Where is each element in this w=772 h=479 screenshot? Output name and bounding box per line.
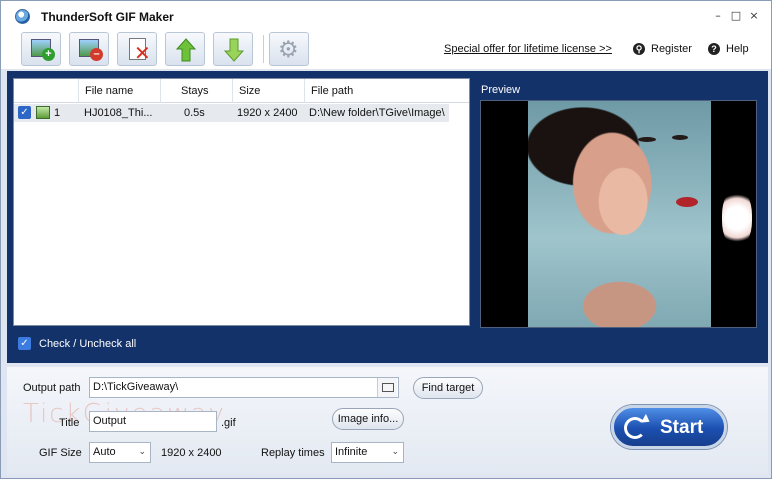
start-label: Start bbox=[660, 417, 704, 438]
toolbar-separator bbox=[263, 35, 264, 63]
preview-image-detail bbox=[638, 137, 656, 142]
preview-image-detail bbox=[676, 197, 698, 207]
gif-size-label: GIF Size bbox=[39, 447, 82, 459]
window-controls: – □ × bbox=[709, 7, 763, 25]
maximize-button[interactable]: □ bbox=[727, 7, 745, 25]
row-index: 1 bbox=[54, 107, 61, 119]
special-offer-link[interactable]: Special offer for lifetime license >> bbox=[444, 43, 612, 55]
chevron-down-icon: ⌄ bbox=[391, 447, 399, 457]
replay-times-label: Replay times bbox=[261, 447, 325, 459]
file-list[interactable]: File name Stays Size File path ✓ 1 HJ010… bbox=[13, 78, 470, 326]
help-icon: ? bbox=[708, 43, 720, 55]
delete-x-icon: ✕ bbox=[134, 41, 151, 65]
replay-times-value: Infinite bbox=[335, 446, 368, 458]
gif-dimensions: 1920 x 2400 bbox=[161, 447, 222, 459]
check-all-label: Check / Uncheck all bbox=[39, 337, 137, 350]
column-size[interactable]: Size bbox=[232, 79, 304, 103]
start-button[interactable]: Start bbox=[611, 405, 727, 449]
check-all-toggle[interactable]: ✓ Check / Uncheck all bbox=[18, 337, 136, 350]
extension-label: .gif bbox=[221, 417, 236, 429]
settings-button[interactable]: ⚙ bbox=[269, 32, 309, 66]
folder-icon bbox=[382, 383, 394, 392]
clear-list-button[interactable]: ✕ bbox=[117, 32, 157, 66]
app-logo-icon bbox=[15, 9, 30, 24]
title-label: Title bbox=[59, 417, 80, 429]
column-file-name[interactable]: File name bbox=[78, 79, 160, 103]
register-label: Register bbox=[651, 43, 692, 55]
output-path-label: Output path bbox=[23, 382, 81, 394]
main-panel: File name Stays Size File path ✓ 1 HJ010… bbox=[7, 71, 768, 363]
gif-size-value: Auto bbox=[93, 446, 116, 458]
arrow-up-icon bbox=[176, 38, 196, 62]
register-button[interactable]: ⚲ Register bbox=[633, 43, 692, 55]
minimize-button[interactable]: – bbox=[709, 7, 727, 25]
plus-icon: + bbox=[42, 48, 55, 61]
help-button[interactable]: ? Help bbox=[708, 43, 749, 55]
minus-icon: – bbox=[90, 48, 103, 61]
arrow-down-icon bbox=[224, 38, 244, 62]
output-path-input[interactable]: D:\TickGiveaway\ bbox=[89, 377, 399, 398]
check-all-checkbox[interactable]: ✓ bbox=[18, 337, 31, 350]
refresh-arrow-icon bbox=[624, 417, 646, 439]
title-bar: ThunderSoft GIF Maker – □ × bbox=[1, 1, 771, 31]
find-target-button[interactable]: Find target bbox=[413, 377, 483, 399]
preview-label: Preview bbox=[481, 84, 521, 96]
key-icon: ⚲ bbox=[633, 43, 645, 55]
preview-image-detail bbox=[722, 189, 752, 247]
row-file-name: HJ0108_Thi... bbox=[84, 107, 153, 119]
gear-icon: ⚙ bbox=[278, 37, 299, 63]
image-info-button[interactable]: Image info... bbox=[332, 408, 404, 430]
preview-image-detail bbox=[672, 135, 688, 140]
column-stays[interactable]: Stays bbox=[160, 79, 232, 103]
row-size: 1920 x 2400 bbox=[237, 107, 298, 119]
image-file-icon bbox=[36, 106, 50, 119]
remove-image-button[interactable]: – bbox=[69, 32, 109, 66]
gif-size-select[interactable]: Auto ⌄ bbox=[89, 442, 151, 463]
table-row[interactable]: ✓ 1 HJ0108_Thi... 0.5s 1920 x 2400 D:\Ne… bbox=[14, 104, 449, 122]
row-stays: 0.5s bbox=[184, 107, 205, 119]
close-button[interactable]: × bbox=[745, 7, 763, 25]
column-file-path[interactable]: File path bbox=[304, 79, 444, 103]
app-window: ThunderSoft GIF Maker – □ × + – ✕ ⚙ Spec… bbox=[0, 0, 772, 479]
add-image-button[interactable]: + bbox=[21, 32, 61, 66]
move-up-button[interactable] bbox=[165, 32, 205, 66]
browse-folder-button[interactable] bbox=[377, 378, 397, 397]
preview-image bbox=[528, 101, 752, 327]
window-title: ThunderSoft GIF Maker bbox=[41, 10, 174, 24]
chevron-down-icon: ⌄ bbox=[138, 447, 146, 457]
list-header: File name Stays Size File path bbox=[14, 79, 469, 103]
preview-pane bbox=[480, 100, 757, 328]
row-checkbox[interactable]: ✓ bbox=[18, 106, 31, 119]
title-input[interactable]: Output bbox=[89, 411, 217, 432]
replay-times-select[interactable]: Infinite ⌄ bbox=[331, 442, 404, 463]
row-file-path: D:\New folder\TGive\Image\ bbox=[309, 107, 445, 119]
move-down-button[interactable] bbox=[213, 32, 253, 66]
help-label: Help bbox=[726, 43, 749, 55]
